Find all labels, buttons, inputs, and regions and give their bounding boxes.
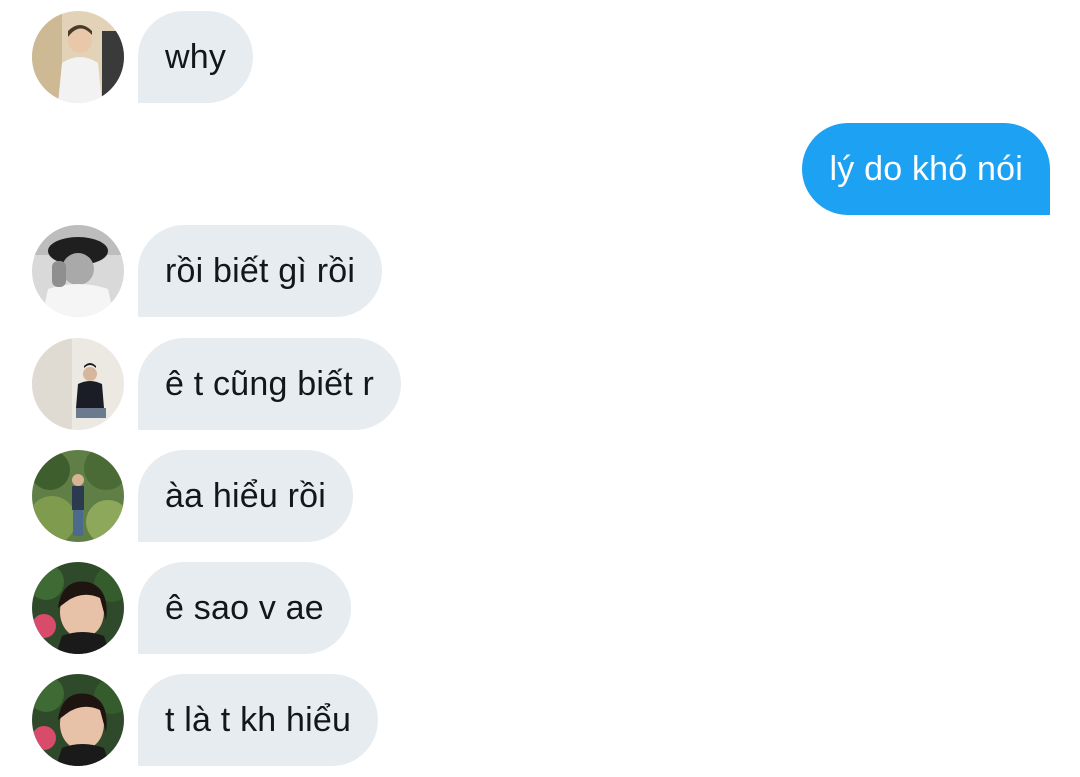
message-row: why	[0, 11, 1080, 103]
message-row: lý do khó nói	[0, 123, 1080, 215]
incoming-message-bubble[interactable]: t là t kh hiểu	[138, 674, 379, 766]
message-row: ê t cũng biết r	[0, 338, 1080, 430]
sender-avatar[interactable]	[32, 562, 124, 654]
incoming-message-bubble[interactable]: ê sao v ae	[138, 562, 351, 654]
incoming-message-bubble[interactable]: rồi biết gì rồi	[138, 225, 383, 317]
sender-avatar[interactable]	[32, 674, 124, 766]
message-row: rồi biết gì rồi	[0, 225, 1080, 317]
incoming-message-bubble[interactable]: why	[138, 11, 254, 103]
message-row: ê sao v ae	[0, 562, 1080, 654]
sender-avatar[interactable]	[32, 225, 124, 317]
incoming-message-bubble[interactable]: ê t cũng biết r	[138, 338, 402, 430]
message-row: t là t kh hiểu	[0, 674, 1080, 766]
sender-avatar[interactable]	[32, 11, 124, 103]
incoming-message-bubble[interactable]: àa hiểu rồi	[138, 450, 353, 542]
sender-avatar[interactable]	[32, 450, 124, 542]
sender-avatar[interactable]	[32, 338, 124, 430]
message-row: àa hiểu rồi	[0, 450, 1080, 542]
outgoing-message-bubble[interactable]: lý do khó nói	[802, 123, 1050, 215]
